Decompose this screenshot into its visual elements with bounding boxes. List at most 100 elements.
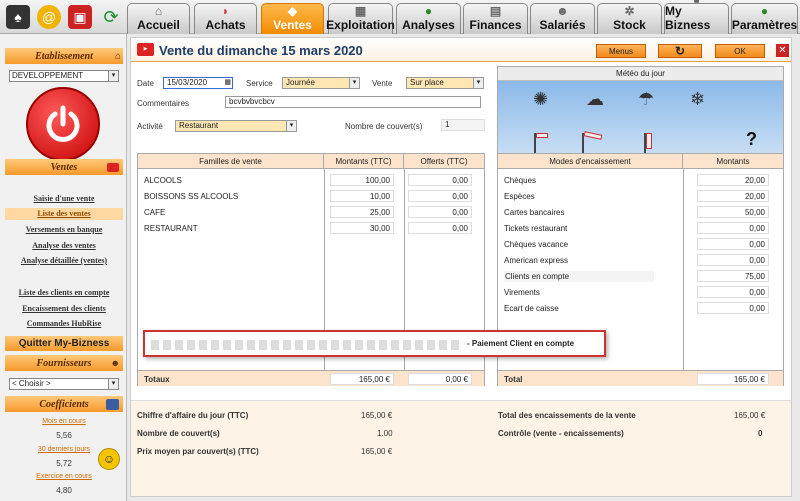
sun-cloud-icon[interactable]: ☁ <box>586 89 604 110</box>
famille-offert[interactable]: 0,00 <box>408 222 472 234</box>
link-analyse-detaillee[interactable]: Analyse détaillée (ventes) <box>5 255 123 267</box>
famille-offert[interactable]: 0,00 <box>408 206 472 218</box>
summary-right-label: Total des encaissements de la vente <box>498 411 636 420</box>
total-montants: 165,00 € <box>330 373 394 385</box>
tab-exploitation[interactable]: ▦ Exploitation <box>326 3 395 34</box>
etablissement-select[interactable]: DEVELOPPEMENT ▾ <box>9 70 119 82</box>
fournisseurs-header: Fournisseurs ☻ <box>5 355 123 371</box>
famille-amount[interactable]: 100,00 <box>330 174 394 186</box>
meteo-title: Météo du jour <box>498 67 783 81</box>
coefficients-header: Coefficients <box>5 396 123 412</box>
redacted-text <box>151 340 461 350</box>
settings-icon: ● <box>760 4 769 18</box>
etablissement-header: Etablissement ⌂ <box>5 48 123 64</box>
famille-amount[interactable]: 30,00 <box>330 222 394 234</box>
total-row: Total 165,00 € <box>498 370 783 386</box>
summary-right-value: 0 <box>758 429 763 438</box>
stock-icon: ✲ <box>624 4 635 18</box>
couverts-input[interactable]: 1 <box>441 119 485 131</box>
tab-parametres[interactable]: ● Paramètres <box>731 3 798 34</box>
coef-value-exercice: 4,80 <box>56 486 72 495</box>
summary-right-value: 165,00 € <box>734 411 766 420</box>
fournisseur-select[interactable]: < Choisir > ▾ <box>9 378 119 390</box>
famille-offert[interactable]: 0,00 <box>408 190 472 202</box>
smiley-sunglasses-icon: ☺ <box>98 448 120 470</box>
link-clients-compte[interactable]: Liste des clients en compte <box>5 287 123 299</box>
mode-amount[interactable]: 20,00 <box>697 174 769 186</box>
col-montants-enc: Montants <box>683 154 783 169</box>
link-encaissement-clients[interactable]: Encaissement des clients <box>5 303 123 315</box>
mode-name: Cartes bancaires <box>504 208 565 217</box>
date-input[interactable]: 15/03/2020 ▦ <box>163 77 233 89</box>
famille-amount[interactable]: 25,00 <box>330 206 394 218</box>
summary-value: 1.00 <box>377 429 393 438</box>
link-liste-ventes[interactable]: Liste des ventes <box>5 208 123 220</box>
mode-amount[interactable]: 50,00 <box>697 206 769 218</box>
tab-salaries[interactable]: ☻ Salariés <box>530 3 595 34</box>
coef-label-exercice[interactable]: Exercice en cours <box>5 471 123 483</box>
mode-amount[interactable]: 0,00 <box>697 302 769 314</box>
vente-logo-icon: ▶ <box>137 43 154 56</box>
chevron-down-icon: ▾ <box>473 78 483 88</box>
tab-ventes[interactable]: ◆ Ventes <box>261 3 324 34</box>
tuxedo-icon[interactable]: ♠ <box>6 5 30 29</box>
close-icon[interactable]: ✕ <box>776 44 789 57</box>
refresh-arrows-icon[interactable]: ⟳ <box>99 5 123 29</box>
calculator-icon <box>106 398 119 410</box>
tab-achats[interactable]: ◗ Achats <box>194 3 257 34</box>
calculator-icon: ▦ <box>354 4 367 18</box>
chevron-down-icon: ▾ <box>286 121 296 131</box>
link-commandes-hubrise[interactable]: Commandes HubRise <box>5 318 123 330</box>
mode-name: Ecart de caisse <box>504 304 559 313</box>
coef-label-mois[interactable]: Mois en cours <box>5 416 123 428</box>
snow-cloud-icon[interactable]: ❄ <box>690 89 705 110</box>
chevron-down-icon: ▾ <box>108 379 118 389</box>
link-analyse-ventes[interactable]: Analyse des ventes <box>5 240 123 252</box>
menus-button[interactable]: Menus <box>596 44 646 58</box>
comment-input[interactable]: bcvbvbvcbcv <box>225 96 481 108</box>
col-modes: Modes d'encaissement <box>498 154 683 169</box>
col-offerts: Offerts (TTC) <box>404 154 484 169</box>
totaux-row: Totaux 165,00 € 0,00 € <box>138 370 484 386</box>
power-icon <box>46 105 80 142</box>
couverts-label: Nombre de couvert(s) <box>345 122 423 131</box>
mode-amount[interactable]: 0,00 <box>697 238 769 250</box>
watermelon-icon: ◗ <box>221 4 230 18</box>
mode-amount[interactable]: 0,00 <box>697 286 769 298</box>
famille-amount[interactable]: 10,00 <box>330 190 394 202</box>
activite-select[interactable]: Restaurant ▾ <box>175 120 297 132</box>
mode-name: Chèques vacance <box>504 240 569 249</box>
link-versements-banque[interactable]: Versements en banque <box>5 224 123 236</box>
service-select[interactable]: Journée ▾ <box>282 77 360 89</box>
tab-my-bizness[interactable]: ▮My Bizness <box>664 0 729 34</box>
mode-amount[interactable]: 75,00 <box>697 270 769 282</box>
tab-stock[interactable]: ✲ Stock <box>597 3 662 34</box>
finances-icon: ▤ <box>489 4 502 18</box>
vente-select[interactable]: Sur place ▾ <box>406 77 484 89</box>
calendar-icon[interactable]: ▦ <box>224 78 231 88</box>
mode-name: American express <box>504 256 569 265</box>
house-icon: ⌂ <box>114 50 121 62</box>
tab-accueil[interactable]: ⌂ Accueil <box>127 3 190 34</box>
quit-button[interactable]: Quitter My-Bizness <box>5 336 123 351</box>
mode-amount[interactable]: 0,00 <box>697 254 769 266</box>
link-saisie-vente[interactable]: Saisie d'une vente <box>5 193 123 205</box>
sun-icon[interactable]: ✺ <box>533 89 548 110</box>
mode-amount[interactable]: 0,00 <box>697 222 769 234</box>
analyses-icon: ● <box>424 4 433 18</box>
unknown-weather: ? <box>746 129 757 149</box>
delivery-box-icon[interactable]: ▣ <box>68 5 92 29</box>
tab-finances[interactable]: ▤ Finances <box>463 3 528 34</box>
ok-button[interactable]: OK <box>715 44 765 58</box>
bag-icon: ◆ <box>287 4 298 18</box>
tab-analyses[interactable]: ● Analyses <box>396 3 461 34</box>
famille-offert[interactable]: 0,00 <box>408 174 472 186</box>
at-sign-icon[interactable]: @ <box>37 5 61 29</box>
power-button[interactable] <box>26 87 100 161</box>
mode-name: Clients en compte <box>504 271 654 282</box>
mode-amount[interactable]: 20,00 <box>697 190 769 202</box>
refresh-button[interactable]: ↻ <box>658 44 702 58</box>
mode-name: Chèques <box>504 176 537 185</box>
rain-cloud-icon[interactable]: ☂ <box>638 89 654 110</box>
service-label: Service <box>246 79 273 88</box>
